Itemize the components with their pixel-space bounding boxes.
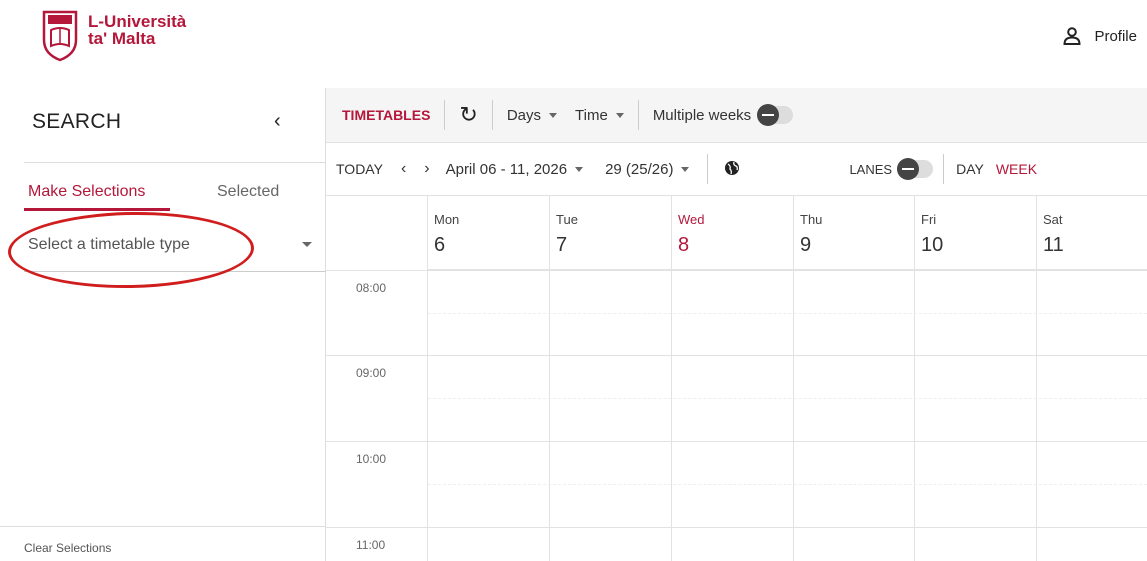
day-date: 9	[800, 234, 812, 256]
clear-selections-bar: Clear Selections	[0, 526, 326, 561]
timetables-label[interactable]: TIMETABLES	[342, 107, 430, 123]
hour-label: 09:00	[356, 366, 387, 380]
day-header-thu[interactable]: Thu 9	[794, 196, 915, 270]
toggle-knob	[757, 104, 780, 126]
calendar-panel: TIMETABLES ↻ Days Time Multiple weeks TO…	[326, 88, 1147, 561]
hour-label: 11:00	[356, 538, 386, 552]
today-button[interactable]: TODAY	[336, 161, 383, 177]
day-name: Mon	[434, 212, 460, 227]
next-week-icon[interactable]: ›	[424, 160, 429, 178]
hour-line	[326, 527, 1147, 528]
tab-make-selections[interactable]: Make Selections	[28, 183, 145, 201]
tab-selected[interactable]: Selected	[217, 183, 279, 201]
multiple-weeks-toggle[interactable]	[757, 104, 794, 126]
half-hour-line	[428, 484, 1147, 485]
search-sidebar: SEARCH ‹ Make Selections Selected Select…	[0, 88, 326, 561]
chevron-down-icon	[681, 167, 690, 173]
logo-line-2: ta' Malta	[88, 29, 156, 48]
time-dropdown[interactable]: Time	[575, 107, 624, 124]
collapse-sidebar-icon[interactable]: ‹	[274, 110, 281, 133]
date-range-label: April 06 - 11, 2026	[445, 160, 568, 178]
toolbar-divider	[491, 100, 493, 130]
calendar-toolbar: TIMETABLES ↻ Days Time Multiple weeks	[326, 88, 1147, 143]
day-header-sat[interactable]: Sat 11	[1037, 196, 1147, 270]
dropdown-arrow-icon	[302, 242, 312, 247]
chevron-down-icon	[615, 113, 624, 119]
nav-divider	[707, 154, 709, 184]
profile-label: Profile	[1094, 27, 1137, 45]
day-date: 6	[434, 234, 446, 256]
sidebar-tabs: Make Selections Selected	[24, 163, 326, 211]
hour-label: 08:00	[356, 281, 387, 295]
previous-week-icon[interactable]: ‹	[401, 160, 406, 178]
lanes-label: LANES	[849, 161, 893, 177]
refresh-icon[interactable]: ↻	[459, 102, 477, 128]
week-number-dropdown[interactable]: 29 (25/26)	[605, 160, 690, 178]
day-name: Fri	[921, 212, 937, 227]
week-view-button[interactable]: WEEK	[996, 161, 1037, 177]
chevron-down-icon	[549, 113, 558, 119]
time-label: Time	[575, 106, 608, 124]
sidebar-header: SEARCH ‹	[24, 88, 326, 163]
hour-line	[326, 270, 1147, 271]
day-header-fri[interactable]: Fri 10	[915, 196, 1037, 270]
week-grid: Mon 6 Tue 7 Wed 8 Thu 9 Fri 10 Sat 11 08:00 09…	[326, 196, 1147, 561]
date-navigation: TODAY ‹ › April 06 - 11, 2026 29 (25/26)…	[326, 143, 1147, 196]
toolbar-divider	[444, 100, 446, 130]
university-crest-icon	[42, 10, 78, 62]
day-name: Tue	[556, 212, 578, 227]
active-tab-indicator	[24, 208, 170, 211]
day-date: 7	[556, 234, 568, 256]
globe-icon[interactable]	[724, 160, 740, 179]
day-header-mon[interactable]: Mon 6	[428, 196, 550, 270]
days-label: Days	[506, 106, 542, 124]
multiple-weeks-label: Multiple weeks	[652, 106, 752, 124]
date-range-dropdown[interactable]: April 06 - 11, 2026	[445, 160, 584, 178]
day-date: 10	[921, 234, 944, 256]
hour-line	[326, 441, 1147, 442]
toolbar-divider	[637, 100, 639, 130]
clear-selections-button[interactable]: Clear Selections	[24, 541, 111, 555]
day-name: Thu	[800, 212, 823, 227]
day-header-tue[interactable]: Tue 7	[550, 196, 672, 270]
day-date: 11	[1043, 234, 1064, 256]
day-view-button[interactable]: DAY	[956, 161, 984, 177]
day-date: 8	[678, 234, 690, 256]
lanes-toggle[interactable]	[897, 158, 934, 180]
hour-label: 10:00	[356, 452, 387, 466]
logo-line-1: L-Università	[88, 12, 187, 31]
toggle-knob	[897, 158, 920, 180]
day-name: Sat	[1043, 212, 1063, 227]
university-logo[interactable]: L-Università ta' Malta	[40, 6, 186, 62]
chevron-down-icon	[575, 167, 584, 173]
days-dropdown[interactable]: Days	[506, 106, 558, 124]
sidebar-title: SEARCH	[32, 110, 122, 133]
day-name: Wed	[678, 212, 705, 227]
week-number-label: 29 (25/26)	[605, 160, 674, 178]
globe-svg	[725, 160, 740, 175]
top-bar: L-Università ta' Malta Profile	[0, 0, 1147, 88]
user-icon	[1063, 27, 1081, 45]
half-hour-line	[428, 313, 1147, 314]
day-header-wed[interactable]: Wed 8	[672, 196, 794, 270]
hour-line	[326, 355, 1147, 356]
profile-button[interactable]: Profile	[1062, 26, 1137, 46]
university-name: L-Università ta' Malta	[88, 13, 186, 47]
half-hour-line	[428, 398, 1147, 399]
nav-divider	[943, 154, 945, 184]
